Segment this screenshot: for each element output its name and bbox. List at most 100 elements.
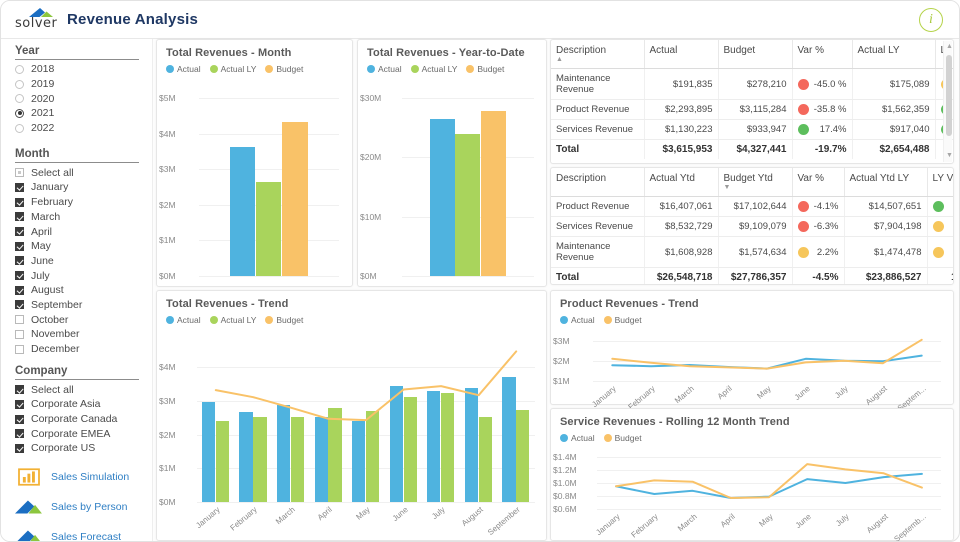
line-budget (214, 350, 518, 422)
nav-link-sales-simulation[interactable]: Sales Simulation (15, 462, 152, 492)
radio-icon[interactable] (15, 64, 24, 74)
year-option-label: 2021 (31, 107, 55, 120)
month-option-july[interactable]: July (15, 268, 152, 283)
year-option-2022[interactable]: 2022 (15, 121, 152, 136)
legend-label: Actual (571, 315, 595, 325)
company-option-corporate-canada[interactable]: Corporate Canada (15, 412, 152, 427)
table-scrollbar[interactable]: ▲ ▼ (943, 41, 953, 162)
table-row[interactable]: Product Revenue $16,407,061 $17,102,644 … (551, 196, 953, 217)
nav-link-sales-forecast[interactable]: Sales Forecast (15, 522, 152, 541)
year-option-2021[interactable]: 2021 (15, 106, 152, 121)
status-badge-red (797, 201, 809, 212)
cell-actual-ly: $1,562,359 (852, 99, 936, 120)
checkbox-icon[interactable] (15, 329, 24, 339)
month-option-march[interactable]: March (15, 210, 152, 225)
checkbox-icon[interactable] (15, 385, 24, 395)
checkbox-icon[interactable] (15, 256, 24, 266)
year-filter-title: Year (15, 45, 139, 60)
column-header-description[interactable]: Description (551, 168, 645, 197)
column-header-ly-var-[interactable]: LY Var % (927, 168, 953, 197)
legend-item-actual-ly: Actual LY (410, 64, 458, 74)
bar-budget[interactable] (480, 111, 506, 276)
chart-title: Total Revenues - Year-to-Date (367, 47, 525, 59)
info-icon[interactable]: i (919, 8, 943, 32)
checkbox-icon[interactable] (15, 227, 24, 237)
month-option-october[interactable]: October (15, 312, 152, 327)
cell-var-pct-value: -35.8 % (813, 104, 847, 115)
company-select-all[interactable]: Select all (15, 382, 152, 397)
bar-actual-ly[interactable] (255, 181, 282, 276)
radio-icon[interactable] (15, 108, 24, 118)
table-revenues-month: Description ▲ Actual Budget Var % Actual… (550, 39, 954, 164)
nav-link-sales-by-person[interactable]: Sales by Person (15, 492, 152, 522)
month-option-april[interactable]: April (15, 224, 152, 239)
checkbox-icon[interactable] (15, 315, 24, 325)
status-badge-yellow (797, 246, 809, 258)
month-option-may[interactable]: May (15, 239, 152, 254)
checkbox-icon[interactable] (15, 212, 24, 222)
column-header-var-[interactable]: Var % (792, 40, 853, 69)
column-header-var-[interactable]: Var % (792, 168, 845, 197)
year-option-2020[interactable]: 2020 (15, 91, 152, 106)
checkbox-icon[interactable] (15, 182, 24, 192)
checkbox-icon[interactable] (15, 300, 24, 310)
column-header-actual-ytd[interactable]: Actual Ytd (644, 168, 719, 197)
month-option-label: June (31, 254, 54, 267)
cell-var-pct: -35.8 % (792, 99, 853, 120)
legend-item-actual-ly: Actual LY (209, 315, 256, 325)
checkbox-icon[interactable] (15, 168, 24, 178)
y-axis-tick: $5M (159, 93, 176, 103)
radio-icon[interactable] (15, 123, 24, 133)
checkbox-icon[interactable] (15, 344, 24, 354)
scrollbar-thumb[interactable] (945, 55, 952, 136)
checkbox-icon[interactable] (15, 414, 24, 424)
radio-icon[interactable] (15, 94, 24, 104)
bar-actual-ly[interactable] (455, 134, 481, 276)
legend-label: Actual (571, 433, 595, 443)
month-option-september[interactable]: September (15, 298, 152, 313)
month-option-june[interactable]: June (15, 254, 152, 269)
column-header-actual-ytd-ly[interactable]: Actual Ytd LY (844, 168, 928, 197)
checkbox-icon[interactable] (15, 399, 24, 409)
month-option-december[interactable]: December (15, 342, 152, 357)
year-option-2018[interactable]: 2018 (15, 62, 152, 77)
company-option-label: Corporate EMEA (31, 427, 111, 440)
y-axis-tick: $3M (159, 164, 176, 175)
checkbox-icon[interactable] (15, 429, 24, 439)
legend-label: Actual LY (421, 64, 458, 74)
bar-actual[interactable] (429, 118, 455, 276)
bar-budget[interactable] (282, 121, 308, 276)
company-option-corporate-asia[interactable]: Corporate Asia (15, 397, 152, 412)
table-row[interactable]: Maintenance Revenue $191,835 $278,210 -4… (551, 68, 953, 100)
month-option-february[interactable]: February (15, 195, 152, 210)
radio-icon[interactable] (15, 79, 24, 89)
column-header-budget[interactable]: Budget (718, 40, 793, 69)
month-option-august[interactable]: August (15, 283, 152, 298)
bar-actual[interactable] (229, 147, 256, 276)
checkbox-icon[interactable] (15, 285, 24, 295)
scroll-down-icon[interactable]: ▼ (946, 152, 953, 159)
column-header-description[interactable]: Description ▲ (551, 40, 645, 69)
column-header-actual[interactable]: Actual (644, 40, 719, 69)
table-row[interactable]: Services Revenue $1,130,223 $933,947 17.… (551, 119, 953, 140)
month-select-all[interactable]: Select all (15, 165, 152, 180)
scroll-up-icon[interactable]: ▲ (946, 43, 953, 50)
checkbox-icon[interactable] (15, 197, 24, 207)
cell-actual-ly: $7,904,198 (844, 216, 928, 237)
year-option-2019[interactable]: 2019 (15, 77, 152, 92)
column-header-actual-ly[interactable]: Actual LY (852, 40, 936, 69)
company-option-corporate-us[interactable]: Corporate US (15, 441, 152, 456)
checkbox-icon[interactable] (15, 443, 24, 453)
legend-item-actual: Actual (367, 64, 402, 74)
table-row[interactable]: Product Revenue $2,293,895 $3,115,284 -3… (551, 99, 953, 120)
column-header-budget-ytd[interactable]: Budget Ytd ▼ (718, 168, 793, 197)
month-option-january[interactable]: January (15, 180, 152, 195)
checkbox-icon[interactable] (15, 241, 24, 251)
status-badge-yellow (932, 246, 944, 258)
table-row[interactable]: Maintenance Revenue $1,608,928 $1,574,63… (551, 236, 953, 268)
month-option-november[interactable]: November (15, 327, 152, 342)
page-title: Revenue Analysis (67, 11, 199, 28)
checkbox-icon[interactable] (15, 271, 24, 281)
table-row[interactable]: Services Revenue $8,532,729 $9,109,079 -… (551, 216, 953, 237)
company-option-corporate-emea[interactable]: Corporate EMEA (15, 426, 152, 441)
